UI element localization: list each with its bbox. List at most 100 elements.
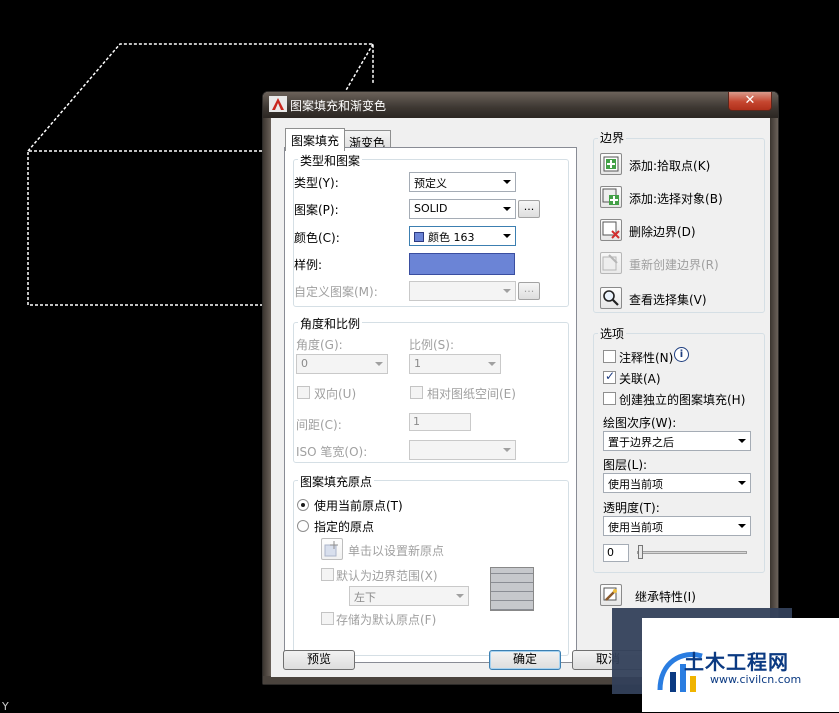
double-label: 双向(U)	[314, 387, 357, 401]
dialog-client: 图案填充 渐变色 类型和图案 类型(Y): 预定义 图案(P): SOLID .…	[271, 118, 770, 677]
hatch-gradient-dialog: 图案填充和渐变色 ✕ 图案填充 渐变色 类型和图案 类型(Y): 预定义 图案(…	[262, 91, 779, 685]
dialog-title: 图案填充和渐变色	[290, 99, 387, 113]
remove-boundary-label[interactable]: 删除边界(D)	[629, 223, 696, 240]
pattern-sample[interactable]	[409, 253, 515, 275]
origin-position-value: 左下	[354, 591, 376, 604]
set-origin-button[interactable]	[321, 538, 343, 560]
associative-checkbox[interactable]	[603, 369, 616, 384]
separate-hatches-label: 创建独立的图案填充(H)	[619, 393, 746, 407]
remove-boundary-icon	[602, 221, 620, 239]
layer-select[interactable]: 使用当前项	[603, 473, 751, 493]
transparency-value: 使用当前项	[608, 521, 663, 534]
options-group: 选项 注释性(N) i 关联(A) 创建独立的图案填充(H) 绘图次序(W): …	[593, 325, 765, 573]
separate-hatches-checkbox[interactable]	[603, 392, 616, 405]
iso-pen-select[interactable]	[409, 440, 516, 460]
boundary-group: 边界 添加:拾取点(K) 添加:选择对象(B) 删除边界(D) 重新创建边界(R…	[593, 129, 765, 313]
preview-button[interactable]: 预览	[283, 650, 355, 670]
boundary-title: 边界	[598, 129, 627, 146]
inherit-properties-label[interactable]: 继承特性(I)	[635, 588, 696, 605]
layer-value: 使用当前项	[608, 478, 663, 491]
click-set-origin-label: 单击以设置新原点	[348, 544, 445, 558]
options-title: 选项	[598, 325, 627, 342]
spacing-input[interactable]: 1	[409, 413, 471, 431]
hatch-tab-panel: 类型和图案 类型(Y): 预定义 图案(P): SOLID ... 颜色(C):…	[284, 147, 577, 663]
scale-label: 比例(S):	[409, 338, 455, 352]
custom-pattern-browse-button[interactable]: ...	[518, 282, 540, 300]
remove-boundary-button[interactable]	[600, 219, 622, 241]
chevron-down-icon	[738, 524, 746, 528]
origin-legend: 图案填充原点	[298, 473, 375, 490]
relative-paperspace-checkbox[interactable]	[410, 386, 423, 399]
spacing-label: 间距(C):	[296, 418, 342, 432]
chevron-down-icon	[738, 439, 746, 443]
double-checkbox[interactable]	[297, 386, 310, 399]
type-select[interactable]: 预定义	[409, 172, 516, 192]
add-pick-points-label[interactable]: 添加:拾取点(K)	[629, 157, 710, 174]
origin-position-select[interactable]: 左下	[349, 586, 469, 606]
pattern-browse-button[interactable]: ...	[518, 200, 540, 218]
ok-button[interactable]: 确定	[489, 650, 561, 670]
chevron-down-icon	[503, 448, 511, 452]
autocad-logo-icon	[269, 96, 287, 112]
chevron-down-icon	[375, 362, 383, 366]
pattern-select[interactable]: SOLID	[409, 199, 516, 219]
scale-select[interactable]: 1	[409, 354, 501, 374]
custom-pattern-select[interactable]	[409, 281, 516, 301]
angle-select-value: 0	[301, 357, 308, 370]
custom-pattern-label: 自定义图案(M):	[294, 285, 378, 299]
annotative-checkbox[interactable]	[603, 350, 616, 363]
close-button[interactable]: ✕	[728, 92, 772, 111]
default-boundary-checkbox[interactable]	[321, 568, 334, 581]
ucs-axis-label: Y	[2, 700, 9, 713]
view-selection-button[interactable]	[600, 287, 622, 309]
relative-paperspace-label: 相对图纸空间(E)	[427, 387, 516, 401]
watermark: 土木工程网 www.civilcn.com	[612, 608, 839, 712]
crosshair-origin-icon	[324, 541, 338, 557]
inherit-properties-button[interactable]	[600, 584, 622, 606]
info-icon[interactable]: i	[674, 347, 689, 362]
recreate-boundary-label[interactable]: 重新创建边界(R)	[629, 256, 719, 273]
chevron-down-icon	[738, 481, 746, 485]
tab-hatch-label: 图案填充	[291, 134, 340, 148]
transparency-slider-thumb[interactable]	[638, 545, 643, 559]
color-swatch	[414, 232, 424, 242]
scale-select-value: 1	[414, 357, 421, 370]
recreate-boundary-icon	[602, 254, 618, 271]
pattern-select-value: SOLID	[414, 202, 448, 215]
watermark-title: 土木工程网	[684, 650, 789, 674]
specified-origin-radio[interactable]	[297, 520, 309, 532]
recreate-boundary-button[interactable]	[600, 252, 622, 274]
transparency-slider[interactable]	[637, 551, 747, 554]
tab-hatch[interactable]: 图案填充	[285, 128, 346, 151]
angle-scale-group: 角度和比例 角度(G): 0 比例(S): 1 双向(U) 相对图纸空间(E) …	[293, 315, 569, 463]
type-pattern-legend: 类型和图案	[298, 152, 363, 169]
use-current-origin-label: 使用当前原点(T)	[314, 499, 403, 513]
origin-preview-icon	[490, 567, 534, 611]
color-select[interactable]: 颜色 163	[409, 226, 516, 246]
pattern-label: 图案(P):	[294, 203, 339, 217]
angle-label: 角度(G):	[296, 338, 343, 352]
type-select-value: 预定义	[414, 177, 447, 190]
associative-label: 关联(A)	[619, 372, 661, 386]
chevron-down-icon	[503, 234, 511, 238]
origin-group: 图案填充原点 使用当前原点(T) 指定的原点 单击以设置新原点 默认为边界范围(…	[293, 473, 569, 656]
draw-order-select[interactable]: 置于边界之后	[603, 431, 751, 451]
angle-scale-legend: 角度和比例	[298, 315, 363, 332]
specified-origin-label: 指定的原点	[314, 520, 375, 534]
store-default-origin-checkbox[interactable]	[321, 612, 334, 625]
view-selection-label[interactable]: 查看选择集(V)	[629, 291, 707, 308]
color-label: 颜色(C):	[294, 231, 340, 245]
close-icon: ✕	[744, 93, 756, 108]
angle-select[interactable]: 0	[296, 354, 388, 374]
transparency-number-input[interactable]: 0	[603, 544, 629, 562]
selected-boundary-diagonal	[344, 43, 374, 93]
add-pick-points-button[interactable]	[600, 153, 622, 175]
use-current-origin-radio[interactable]	[297, 499, 309, 511]
add-select-objects-button[interactable]	[600, 186, 622, 208]
add-pick-icon	[603, 156, 619, 172]
add-select-objects-label[interactable]: 添加:选择对象(B)	[629, 190, 723, 207]
transparency-select[interactable]: 使用当前项	[603, 516, 751, 536]
annotative-label: 注释性(N)	[619, 351, 674, 365]
dialog-titlebar[interactable]: 图案填充和渐变色 ✕	[263, 92, 778, 118]
type-pattern-group: 类型和图案 类型(Y): 预定义 图案(P): SOLID ... 颜色(C):…	[293, 152, 569, 307]
